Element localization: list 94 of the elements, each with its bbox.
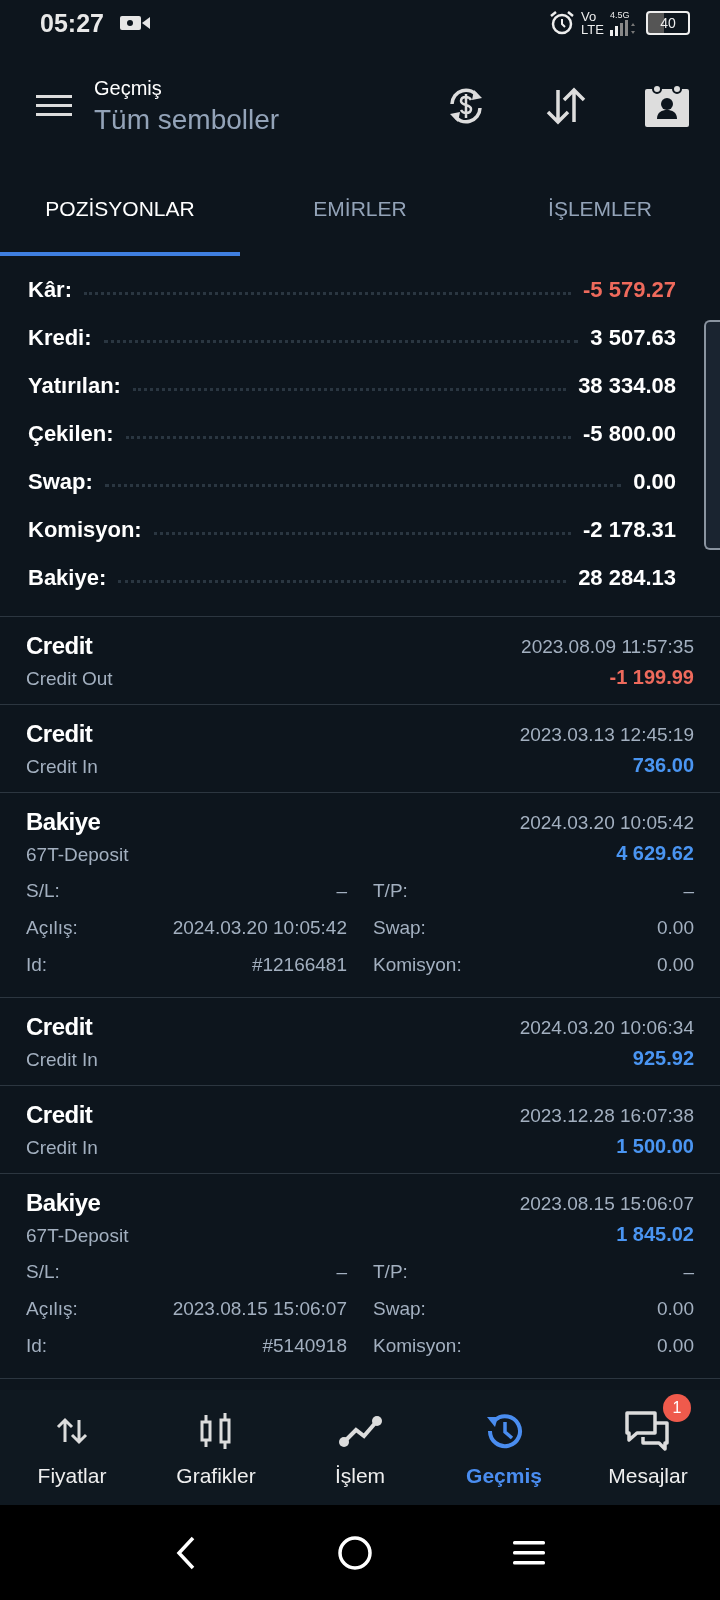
field-value: 2024.03.20 10:05:42 <box>172 916 347 939</box>
field-value: 2023.08.15 15:06:07 <box>172 1297 347 1320</box>
screen-title: Geçmiş <box>94 76 163 100</box>
summary-label: Swap: <box>28 469 93 495</box>
deal-amount: 4 629.62 <box>616 842 694 865</box>
deal-amount: -1 199.99 <box>609 666 694 689</box>
deal-type: Credit <box>26 720 94 748</box>
deal-type: Bakiye <box>26 808 102 836</box>
field-label: Swap: <box>373 916 426 939</box>
summary-value: -5 800.00 <box>583 421 676 447</box>
nav-tab[interactable]: Grafikler <box>144 1390 288 1505</box>
field-label: S/L: <box>26 879 60 902</box>
field-label: Açılış: <box>26 916 78 939</box>
deal-comment: Credit In <box>26 1049 98 1071</box>
summary-label: Komisyon: <box>28 517 142 543</box>
field-label: Id: <box>26 1334 48 1357</box>
scroll-handle[interactable] <box>704 320 720 550</box>
clock-time: 05:27 <box>40 8 104 38</box>
deal-type: Credit <box>26 1013 94 1041</box>
nav-tab[interactable]: 1 Mesajlar <box>576 1390 720 1505</box>
tab[interactable]: EMİRLER <box>240 166 480 256</box>
alarm-icon <box>549 10 576 36</box>
back-button[interactable] <box>175 1535 197 1570</box>
field-value: – <box>683 879 694 902</box>
summary-label: Kâr: <box>28 277 72 303</box>
summary-value: -2 178.31 <box>583 517 676 543</box>
battery-level: 40 <box>660 15 676 31</box>
nav-tab[interactable]: İşlem <box>288 1390 432 1505</box>
video-camera-icon <box>119 14 150 32</box>
field-value: – <box>336 879 347 902</box>
summary-value: 0.00 <box>633 469 676 495</box>
deal-time: 2023.08.09 11:57:35 <box>521 635 694 658</box>
field-value: #5140918 <box>262 1334 347 1357</box>
field-label: Komisyon: <box>373 953 462 976</box>
home-button[interactable] <box>337 1534 373 1571</box>
summary-label: Çekilen: <box>28 421 114 447</box>
field-value: 0.00 <box>657 953 694 976</box>
tab[interactable]: İŞLEMLER <box>480 166 720 256</box>
field-value: – <box>336 1260 347 1283</box>
deal-amount: 1 845.02 <box>616 1223 694 1246</box>
deal-comment: Credit In <box>26 756 98 778</box>
line-chart-icon <box>338 1413 382 1448</box>
deal-time: 2023.08.15 15:06:07 <box>519 1192 694 1215</box>
summary-label: Bakiye: <box>28 565 107 591</box>
home-circle-icon <box>337 1534 373 1571</box>
notification-count: 1 <box>663 1393 691 1422</box>
deal-comment: 67T-Deposit <box>26 1225 129 1247</box>
contacts-button[interactable] <box>644 83 690 129</box>
deal-time: 2024.03.20 10:06:34 <box>519 1016 694 1039</box>
field-value: 0.00 <box>657 916 694 939</box>
recent-apps-button[interactable] <box>513 1539 545 1566</box>
field-value: 0.00 <box>657 1297 694 1320</box>
menu-icon <box>513 1539 545 1566</box>
deal-type: Credit <box>26 1101 94 1129</box>
network-generation: 4.5G <box>610 10 630 20</box>
back-icon <box>175 1535 197 1570</box>
nav-tab[interactable]: Fiyatlar <box>0 1390 144 1505</box>
field-value: – <box>683 1260 694 1283</box>
field-label: Açılış: <box>26 1297 78 1320</box>
signal-icon <box>610 19 636 36</box>
field-label: Id: <box>26 953 48 976</box>
deal-type: Bakiye <box>26 1189 102 1217</box>
deal-amount: 736.00 <box>632 754 694 777</box>
summary-value: 28 284.13 <box>578 565 676 591</box>
summary-value: -5 579.27 <box>583 277 676 303</box>
field-value: 0.00 <box>657 1334 694 1357</box>
deal-amount: 925.92 <box>632 1047 694 1070</box>
deal-time: 2024.03.20 10:05:42 <box>519 811 694 834</box>
summary-label: Yatırılan: <box>28 373 121 399</box>
field-label: Swap: <box>373 1297 426 1320</box>
deal-comment: 67T-Deposit <box>26 844 129 866</box>
summary-value: 3 507.63 <box>590 325 676 351</box>
field-label: Komisyon: <box>373 1334 462 1357</box>
network-label: Vo <box>581 10 598 23</box>
field-label: T/P: <box>373 1260 408 1283</box>
field-label: T/P: <box>373 879 408 902</box>
symbol-filter[interactable]: Tüm semboller <box>94 103 444 136</box>
menu-button[interactable] <box>36 93 72 119</box>
deal-time: 2023.03.13 12:45:19 <box>519 723 694 746</box>
summary-label: Kredi: <box>28 325 92 351</box>
up-down-arrows-icon <box>55 1415 89 1446</box>
network-label: LTE <box>581 23 604 36</box>
field-label: S/L: <box>26 1260 60 1283</box>
deal-comment: Credit In <box>26 1137 98 1159</box>
tab[interactable]: POZİSYONLAR <box>0 166 240 256</box>
nav-tab[interactable]: Geçmiş <box>432 1390 576 1505</box>
contact-card-icon <box>644 83 690 129</box>
field-value: #12166481 <box>251 953 347 976</box>
deal-time: 2023.12.28 16:07:38 <box>519 1104 694 1127</box>
deal-type: Credit <box>26 632 94 660</box>
menu-icon <box>36 93 72 119</box>
deal-comment: Credit Out <box>26 668 113 690</box>
deal-amount: 1 500.00 <box>616 1135 694 1158</box>
summary-value: 38 334.08 <box>578 373 676 399</box>
